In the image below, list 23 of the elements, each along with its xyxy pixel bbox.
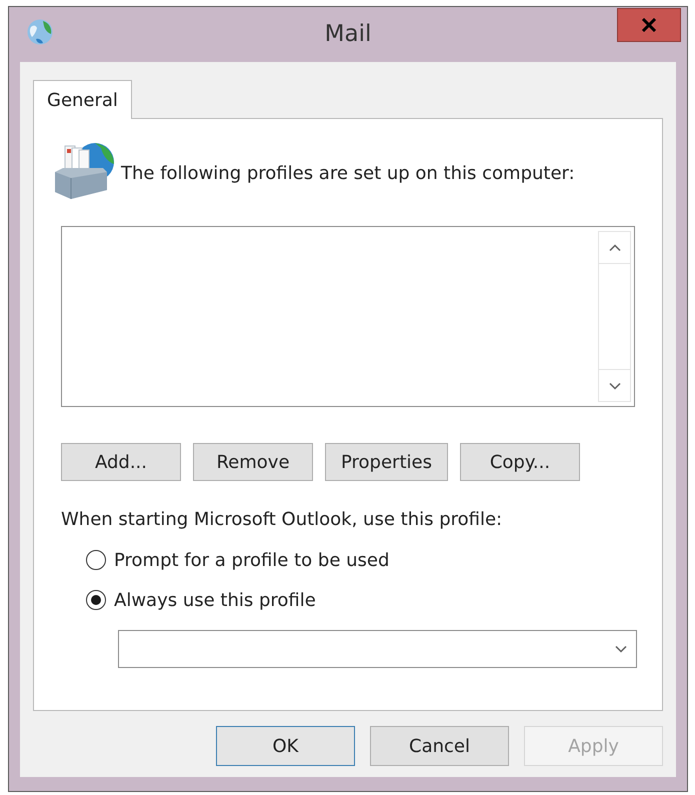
tab[interactable]: General: [33, 80, 132, 119]
chevron-down-icon: [608, 380, 622, 390]
profile-action-button[interactable]: Add...: [61, 443, 181, 481]
close-icon: [641, 18, 657, 32]
radio-label[interactable]: Prompt for a profile to be used: [114, 546, 390, 574]
dialog-button[interactable]: OK: [216, 726, 355, 766]
window-title: Mail: [324, 20, 372, 49]
radio-button[interactable]: [86, 590, 106, 610]
radio-label[interactable]: Always use this profile: [114, 586, 316, 614]
close-button[interactable]: [617, 8, 681, 42]
profile-action-button[interactable]: Properties: [325, 443, 448, 481]
chevron-up-icon: [608, 242, 622, 252]
globe-icon: [27, 19, 53, 45]
dialog-button[interactable]: Cancel: [370, 726, 509, 766]
startup-prompt: When starting Microsoft Outlook, use this profile:: [61, 509, 502, 531]
chevron-down-icon: [614, 644, 628, 654]
profiles-heading: The following profiles are set up on this computer:: [121, 162, 575, 186]
radio-button[interactable]: [86, 550, 106, 570]
profile-action-button[interactable]: Remove: [193, 443, 313, 481]
scrollbar[interactable]: [598, 231, 631, 402]
card-tray-globe-icon: [53, 142, 115, 200]
profile-action-button[interactable]: Copy...: [460, 443, 580, 481]
profile-dropdown[interactable]: [118, 630, 637, 668]
